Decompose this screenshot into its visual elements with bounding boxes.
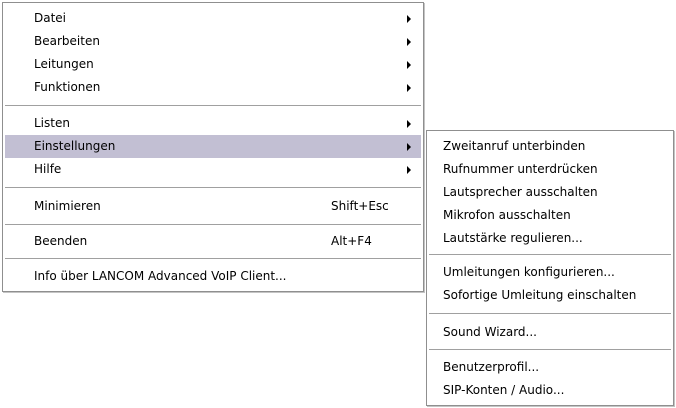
menu-separator [429,349,671,350]
menu-separator [5,258,421,259]
submenu-arrow-icon [407,38,411,46]
submenu-arrow-icon [407,166,411,174]
menu-item-bearbeiten[interactable]: Bearbeiten [5,30,421,53]
menu-item-label: Bearbeiten [34,34,100,48]
submenu-arrow-icon [407,143,411,151]
menu-item-label: Lautstärke regulieren... [443,231,583,245]
menu-item-label: Lautsprecher ausschalten [443,185,598,199]
menu-item-minimieren[interactable]: Minimieren Shift+Esc [5,195,421,218]
menu-separator [5,187,421,188]
submenu-arrow-icon [407,84,411,92]
submenu-arrow-icon [407,61,411,69]
submenu-item-lautstaerke[interactable]: Lautstärke regulieren... [429,227,671,250]
submenu-item-benutzerprofil[interactable]: Benutzerprofil... [429,356,671,379]
menu-item-label: Listen [34,116,70,130]
menu-item-label: Mikrofon ausschalten [443,208,571,222]
menu-item-label: Beenden [34,234,88,248]
submenu-item-sip-konten[interactable]: SIP-Konten / Audio... [429,379,671,402]
submenu-arrow-icon [407,15,411,23]
menu-item-label: Sofortige Umleitung einschalten [443,288,637,302]
menu-item-label: Sound Wizard... [443,325,537,339]
menu-item-funktionen[interactable]: Funktionen [5,76,421,99]
context-menu: Datei Bearbeiten Leitungen Funktionen Li… [2,2,424,292]
menu-separator [5,105,421,106]
menu-item-shortcut: Shift+Esc [331,199,389,213]
submenu-item-sofortige-umleitung[interactable]: Sofortige Umleitung einschalten [429,284,671,307]
menu-item-label: Hilfe [34,162,62,176]
submenu-item-zweitanruf[interactable]: Zweitanruf unterbinden [429,135,671,158]
menu-separator [429,254,671,255]
menu-item-info[interactable]: Info über LANCOM Advanced VoIP Client... [5,265,421,288]
menu-item-leitungen[interactable]: Leitungen [5,53,421,76]
menu-item-datei[interactable]: Datei [5,7,421,30]
menu-item-label: Einstellungen [34,139,116,153]
submenu-item-sound-wizard[interactable]: Sound Wizard... [429,321,671,344]
menu-item-label: SIP-Konten / Audio... [443,383,565,397]
menu-item-label: Leitungen [34,57,94,71]
menu-item-einstellungen[interactable]: Einstellungen [5,135,421,158]
einstellungen-submenu: Zweitanruf unterbinden Rufnummer unterdr… [426,130,674,406]
submenu-item-lautsprecher[interactable]: Lautsprecher ausschalten [429,181,671,204]
menu-item-hilfe[interactable]: Hilfe [5,158,421,181]
menu-separator [429,313,671,314]
menu-item-label: Funktionen [34,80,101,94]
menu-item-label: Benutzerprofil... [443,360,540,374]
submenu-item-rufnummer[interactable]: Rufnummer unterdrücken [429,158,671,181]
menu-item-label: Datei [34,11,67,25]
submenu-item-mikrofon[interactable]: Mikrofon ausschalten [429,204,671,227]
menu-separator [5,224,421,225]
menu-item-label: Minimieren [34,199,101,213]
menu-item-shortcut: Alt+F4 [331,234,372,248]
menu-item-label: Zweitanruf unterbinden [443,139,586,153]
menu-item-listen[interactable]: Listen [5,112,421,135]
submenu-item-umleitungen[interactable]: Umleitungen konfigurieren... [429,261,671,284]
menu-item-label: Rufnummer unterdrücken [443,162,598,176]
menu-item-beenden[interactable]: Beenden Alt+F4 [5,230,421,253]
submenu-arrow-icon [407,120,411,128]
menu-item-label: Umleitungen konfigurieren... [443,265,615,279]
menu-item-label: Info über LANCOM Advanced VoIP Client... [34,269,287,283]
